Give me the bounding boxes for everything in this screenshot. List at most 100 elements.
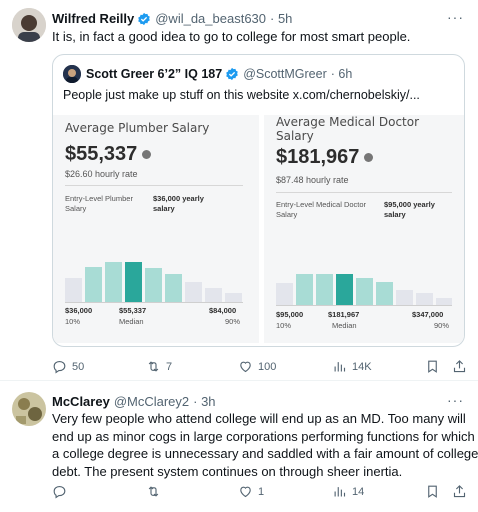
bookmark-icon: [428, 485, 437, 498]
card-amount: $181,967: [276, 146, 374, 169]
views-icon: [334, 362, 346, 372]
share-button[interactable]: [452, 484, 472, 499]
histogram-baseline: [65, 302, 243, 303]
histogram-bar: [376, 282, 393, 305]
more-icon[interactable]: ···: [447, 9, 464, 25]
quote-text: People just make up stuff on this websit…: [63, 88, 420, 102]
entry-value-line2: salary: [153, 204, 175, 213]
histogram-bar: [436, 298, 452, 305]
views-button[interactable]: 14: [332, 484, 364, 499]
card-title-line1: Average Medical Doctor: [276, 115, 420, 129]
reply-count: 50: [72, 360, 85, 373]
histogram-bar-median: [336, 274, 353, 305]
histogram-bar: [145, 268, 162, 302]
more-icon[interactable]: ···: [447, 392, 464, 408]
histogram-bar-median: [125, 262, 142, 302]
axis-left-sub: 10%: [65, 317, 81, 326]
avatar[interactable]: [12, 8, 46, 42]
author-name[interactable]: Wilfred Reilly: [52, 11, 134, 26]
hourly-rate: $87.48 hourly rate: [276, 175, 349, 185]
amount-value: $181,967: [276, 146, 360, 168]
axis-mid-sub: Median: [119, 317, 144, 326]
axis-mid-sub: Median: [332, 321, 357, 330]
reply-icon: [53, 485, 66, 499]
tweet-text-line: end up as minor cogs in large corporatio…: [52, 428, 475, 444]
share-icon: [453, 485, 466, 498]
histogram-bar: [105, 262, 122, 302]
timestamp[interactable]: · 5h: [270, 11, 292, 26]
histogram-bar: [65, 278, 82, 302]
bookmark-button[interactable]: [425, 484, 445, 499]
info-icon: [364, 153, 374, 162]
card-title: Average Plumber Salary: [65, 121, 210, 135]
quote-tweet[interactable]: Scott Greer 6’2” IQ 187 @ScottMGreer · 6…: [52, 54, 465, 347]
divider: [276, 192, 452, 193]
salary-card-plumber: Average Plumber Salary $55,337 $26.60 ho…: [53, 115, 259, 343]
like-count: 1: [258, 485, 265, 498]
histogram-bar: [165, 274, 182, 302]
author-name[interactable]: McClarey: [52, 394, 110, 409]
timestamp[interactable]: · 3h: [193, 394, 215, 409]
card-title: Average Medical Doctor Salary: [276, 115, 419, 143]
tweet-text: Very few people who attend college will …: [52, 410, 478, 480]
quote-avatar: [63, 65, 81, 83]
axis-right-sub: 90%: [434, 321, 450, 330]
like-button[interactable]: 1: [238, 484, 264, 499]
reply-button[interactable]: [52, 484, 72, 499]
entry-value-line2: salary: [384, 210, 406, 219]
tweet-wilfred-reilly[interactable]: Wilfred Reilly @wil_da_beast630 · 5h ···…: [0, 0, 478, 380]
author-handle[interactable]: @McClarey2: [114, 394, 189, 409]
histogram-bar: [85, 267, 102, 302]
retweet-icon: [148, 361, 159, 372]
retweet-count: 7: [166, 360, 173, 373]
salary-histogram: [65, 255, 245, 302]
amount-value: $55,337: [65, 143, 138, 165]
views-button[interactable]: 14K: [332, 359, 372, 374]
tweet-text-line: debt. The present system continues on th…: [52, 463, 403, 479]
avatar[interactable]: [12, 392, 46, 426]
entry-label: Entry-Level Plumber Salary: [65, 194, 133, 214]
card-amount: $55,337: [65, 143, 152, 166]
entry-value: $95,000 yearly salary: [384, 200, 435, 220]
quote-timestamp: · 6h: [330, 67, 353, 81]
axis-left-sub: 10%: [276, 321, 292, 330]
histogram-bar: [205, 288, 222, 302]
entry-label: Entry-Level Medical Doctor Salary: [276, 200, 366, 220]
card-title-line2: Salary: [276, 129, 314, 143]
salary-histogram: [276, 265, 452, 305]
bookmark-icon: [428, 360, 437, 373]
info-icon: [142, 150, 152, 159]
histogram-bar: [225, 293, 242, 302]
histogram-baseline: [276, 305, 452, 306]
share-button[interactable]: [452, 359, 472, 374]
verified-badge-icon: [138, 12, 151, 25]
entry-value: $36,000 yearly salary: [153, 194, 204, 214]
views-icon: [334, 487, 346, 497]
quote-header: Scott Greer 6’2” IQ 187 @ScottMGreer · 6…: [63, 65, 352, 83]
histogram-bar: [185, 282, 202, 302]
tweet-text: It is, in fact a good idea to go to coll…: [52, 29, 411, 44]
axis-right-value: $347,000: [412, 310, 444, 319]
retweet-icon: [148, 486, 159, 497]
axis-left-value: $95,000: [276, 310, 304, 319]
author-handle[interactable]: @wil_da_beast630: [155, 11, 266, 26]
like-button[interactable]: 100: [238, 359, 276, 374]
views-count: 14K: [352, 360, 372, 373]
quote-author-name: Scott Greer 6’2” IQ 187: [86, 67, 223, 81]
reply-button[interactable]: 50: [52, 359, 84, 374]
entry-label-line2: Salary: [65, 204, 87, 213]
like-icon: [240, 486, 251, 498]
axis-mid-value: $55,337: [119, 306, 147, 315]
tweet-header: McClarey @McClarey2 · 3h: [52, 394, 216, 409]
tweet-text-line: a college degree is unnecessary and sadd…: [52, 446, 478, 461]
verified-badge-icon: [226, 67, 238, 81]
retweet-button[interactable]: 7: [146, 359, 172, 374]
tweet-mcclarey[interactable]: McClarey @McClarey2 · 3h ··· Very few pe…: [0, 381, 478, 512]
entry-label-line2: Salary: [276, 210, 298, 219]
bookmark-button[interactable]: [425, 359, 445, 374]
retweet-button[interactable]: [146, 484, 166, 499]
entry-value-line1: $95,000 yearly: [384, 200, 435, 209]
views-count: 14: [352, 485, 365, 498]
hourly-rate: $26.60 hourly rate: [65, 169, 138, 179]
histogram-bar: [316, 274, 333, 305]
